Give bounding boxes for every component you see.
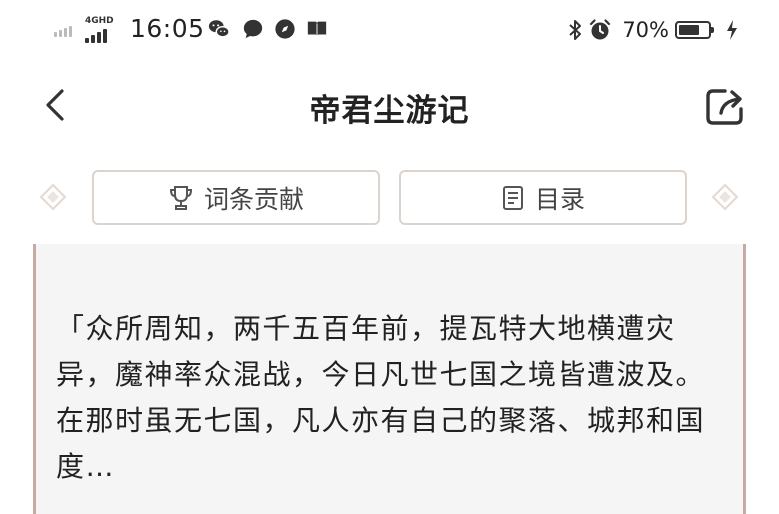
content-card: 「众所周知，两千五百年前，提瓦特大地横遭灾异，魔神率众混战，今日凡世七国之境皆遭…: [33, 244, 746, 514]
charging-icon: [727, 20, 737, 40]
status-bar: 4GHD 16:05 70%: [0, 0, 779, 60]
diamond-ornament-icon: [711, 183, 739, 211]
status-time: 16:05: [130, 14, 205, 43]
battery-icon: [675, 21, 714, 39]
wechat-icon: [208, 20, 230, 38]
battery-fill: [679, 25, 699, 35]
alarm-icon: [590, 19, 611, 40]
signal-weak-icon: [54, 26, 72, 37]
network-type: 4GHD: [85, 16, 114, 26]
list-icon: [502, 185, 523, 210]
tab-catalog-label: 目录: [534, 184, 585, 214]
page-title: 帝君尘游记: [309, 93, 470, 129]
compass-icon: [275, 19, 295, 39]
battery-percent: 70%: [622, 18, 669, 42]
tab-catalog[interactable]: 目录: [399, 170, 687, 225]
message-icon: [243, 19, 263, 39]
book-icon: [307, 21, 327, 37]
tab-row: 词条贡献 目录: [0, 168, 779, 228]
content-text: 「众所周知，两千五百年前，提瓦特大地横遭灾异，魔神率众混战，今日凡世七国之境皆遭…: [56, 312, 706, 483]
trophy-icon: [169, 185, 192, 210]
tab-entry-contribution-label: 词条贡献: [203, 184, 304, 214]
tab-entry-contribution[interactable]: 词条贡献: [92, 170, 380, 225]
signal-4g-icon: 4GHD: [85, 16, 121, 44]
share-button[interactable]: [703, 85, 747, 129]
navigation-bar: 帝君尘游记: [0, 65, 779, 145]
bluetooth-icon: [569, 20, 582, 40]
diamond-ornament-icon: [39, 183, 67, 211]
share-icon: [706, 89, 743, 125]
